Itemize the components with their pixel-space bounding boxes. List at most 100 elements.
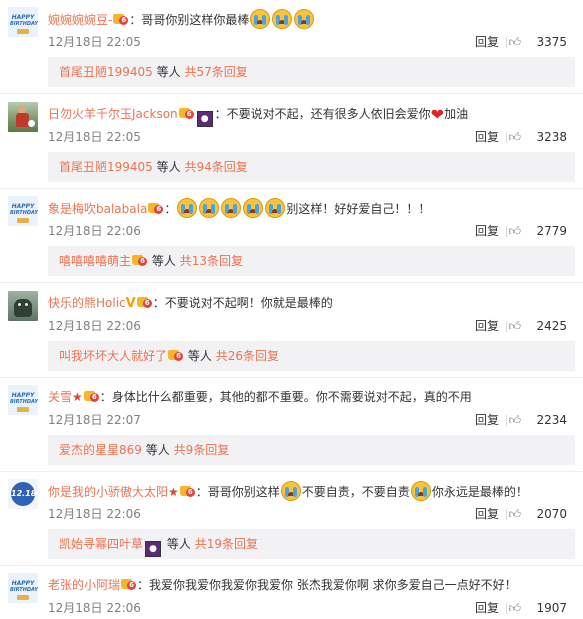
sub-reply-count[interactable]: 共9条回复 — [174, 443, 230, 457]
vip-crown-icon: 6 — [168, 349, 184, 362]
crying-emoji-icon — [250, 9, 271, 29]
like-button[interactable]: 👍︎ 1907 — [508, 599, 567, 617]
sub-replies[interactable]: 凯始寻幂四叶草 ● 等人 共19条回复 — [48, 529, 575, 559]
like-count: 2425 — [536, 319, 567, 333]
sub-reply-user[interactable]: 嘻嘻嘻嘻萌主 — [59, 254, 131, 268]
sub-reply-count[interactable]: 共19条回复 — [195, 537, 258, 551]
like-count: 3238 — [536, 130, 567, 144]
comment-time: 12月18日 22:06 — [48, 601, 141, 615]
username-link[interactable]: 婉婉婉婉豆- — [48, 13, 112, 27]
vip-crown-icon: 6 — [121, 578, 137, 591]
like-button[interactable]: 👍︎ 2425 — [508, 317, 567, 335]
comment-time: 12月18日 22:07 — [48, 413, 141, 427]
comment-text: ：不要说对不起啊！你就是最棒的 — [152, 296, 333, 310]
sub-replies[interactable]: 叫我坏坏大人就好了 6 等人 共26条回复 — [48, 341, 575, 371]
sub-reply-user[interactable]: 凯始寻幂四叶草 — [59, 537, 143, 551]
avatar[interactable]: HAPPY BIRTHDAY — [8, 573, 38, 603]
square-badge-icon: ● — [145, 541, 162, 557]
comment-item: 快乐的熊HolicV 6 ：不要说对不起啊！你就是最棒的 12月18日 22:06 … — [0, 284, 583, 378]
cake-icon — [17, 218, 29, 223]
like-button[interactable]: 👍︎ 2070 — [508, 505, 567, 523]
sub-reply-count[interactable]: 共94条回复 — [184, 160, 247, 174]
heart-icon: ❤ — [430, 105, 445, 124]
comment-time: 12月18日 22:05 — [48, 35, 141, 49]
sub-replies[interactable]: 首尾丑陋199405 等人 共57条回复 — [48, 57, 575, 87]
username-link[interactable]: 关雪 — [48, 390, 72, 404]
avatar[interactable]: HAPPY BIRTHDAY — [8, 7, 38, 37]
vip-crown-icon: 6 — [113, 13, 129, 26]
avatar[interactable] — [8, 291, 38, 321]
comment-time: 12月18日 22:06 — [48, 507, 141, 521]
reply-button[interactable]: 回复 — [475, 599, 499, 617]
avatar[interactable]: HAPPY BIRTHDAY — [8, 196, 38, 226]
comment-item: HAPPY BIRTHDAY 老张的小阿瑞 6 ：我爱你我爱你我爱你我爱你 张杰我爱… — [0, 566, 583, 619]
username-link[interactable]: 老张的小阿瑞 — [48, 578, 120, 592]
comment-time: 12月18日 22:06 — [48, 224, 141, 238]
like-count: 2234 — [536, 413, 567, 427]
thumbs-up-icon: 👍︎ — [508, 319, 521, 333]
reply-button[interactable]: 回复 — [475, 128, 499, 146]
like-button[interactable]: 👍︎ 3375 — [508, 33, 567, 51]
divider — [0, 282, 583, 283]
crying-emoji-icon — [199, 198, 220, 218]
crying-emoji-icon — [294, 9, 315, 29]
comment-time: 12月18日 22:06 — [48, 319, 141, 333]
comment-text: ：哥哥你别这样 — [195, 485, 280, 499]
comment-item: 12.18 你是我的小骄傲大太阳★ 6 ：哥哥你别这样 不要自责，不要自责 你永远是最棒… — [0, 472, 583, 566]
thumbs-up-icon: 👍︎ — [508, 130, 521, 144]
like-count: 3375 — [536, 35, 567, 49]
v-verified-icon: V — [125, 296, 136, 311]
sub-replies[interactable]: 首尾丑陋199405 等人 共94条回复 — [48, 152, 575, 182]
sub-reply-user[interactable]: 叫我坏坏大人就好了 — [59, 349, 167, 363]
like-button[interactable]: 👍︎ 3238 — [508, 128, 567, 146]
avatar[interactable] — [8, 102, 38, 132]
username-link[interactable]: 日勿火羊千尔玉Jackson — [48, 107, 178, 121]
sub-replies[interactable]: 爱杰的星星869 等人 共9条回复 — [48, 435, 575, 465]
username-link[interactable]: 象是梅吹balabala — [48, 202, 147, 216]
like-button[interactable]: 👍︎ 2234 — [508, 411, 567, 429]
like-count: 2779 — [536, 224, 567, 238]
comment-time: 12月18日 22:05 — [48, 130, 141, 144]
comment-text: 别这样！好好爱自己！！！ — [286, 202, 431, 216]
star-icon: ★ — [168, 485, 179, 499]
comment-text: ：我爱你我爱你我爱你我爱你 张杰我爱你啊 求你多爱自己一点好不好！ — [137, 578, 517, 592]
cake-icon — [17, 595, 29, 600]
reply-button[interactable]: 回复 — [475, 505, 499, 523]
square-badge-icon: ● — [196, 111, 213, 127]
reply-button[interactable]: 回复 — [475, 317, 499, 335]
reply-button[interactable]: 回复 — [475, 33, 499, 51]
username-link[interactable]: 快乐的熊Holic — [48, 296, 126, 310]
comment-text: ：不要说对不起，还有很多人依旧会爱你 — [214, 107, 431, 121]
like-button[interactable]: 👍︎ 2779 — [508, 222, 567, 240]
crying-emoji-icon — [177, 198, 198, 218]
vip-crown-icon: 6 — [148, 202, 164, 215]
username-link[interactable]: 你是我的小骄傲大太阳 — [48, 485, 168, 499]
comment-item: HAPPY BIRTHDAY 象是梅吹balabala 6：别这样！好好爱自己！！… — [0, 189, 583, 283]
divider — [0, 93, 583, 94]
reply-button[interactable]: 回复 — [475, 411, 499, 429]
crying-emoji-icon — [272, 9, 293, 29]
sub-reply-user[interactable]: 爱杰的星星869 — [59, 443, 142, 457]
vip-crown-icon: 6 — [179, 485, 195, 498]
sub-reply-count[interactable]: 共57条回复 — [184, 65, 247, 79]
sub-replies[interactable]: 嘻嘻嘻嘻萌主 6 等人 共13条回复 — [48, 246, 575, 276]
vip-crown-icon: 6 — [83, 390, 99, 403]
avatar[interactable]: 12.18 — [8, 479, 38, 509]
crying-emoji-icon — [410, 481, 431, 501]
vip-crown-icon: 6 — [132, 254, 148, 267]
sub-reply-user[interactable]: 首尾丑陋199405 — [59, 65, 153, 79]
sub-reply-count[interactable]: 共13条回复 — [180, 254, 243, 268]
sub-reply-count[interactable]: 共26条回复 — [216, 349, 279, 363]
crying-emoji-icon — [280, 481, 301, 501]
vip-crown-icon: 6 — [178, 107, 194, 120]
sub-reply-user[interactable]: 首尾丑陋199405 — [59, 160, 153, 174]
crying-emoji-icon — [243, 198, 264, 218]
thumbs-up-icon: 👍︎ — [508, 224, 521, 238]
thumbs-up-icon: 👍︎ — [508, 413, 521, 427]
comment-text: ：身体比什么都重要，其他的都不重要。你不需要说对不起，真的不用 — [99, 390, 472, 404]
like-count: 2070 — [536, 507, 567, 521]
thumbs-up-icon: 👍︎ — [508, 35, 521, 49]
cake-icon — [17, 407, 29, 412]
avatar[interactable]: HAPPY BIRTHDAY — [8, 385, 38, 415]
reply-button[interactable]: 回复 — [475, 222, 499, 240]
